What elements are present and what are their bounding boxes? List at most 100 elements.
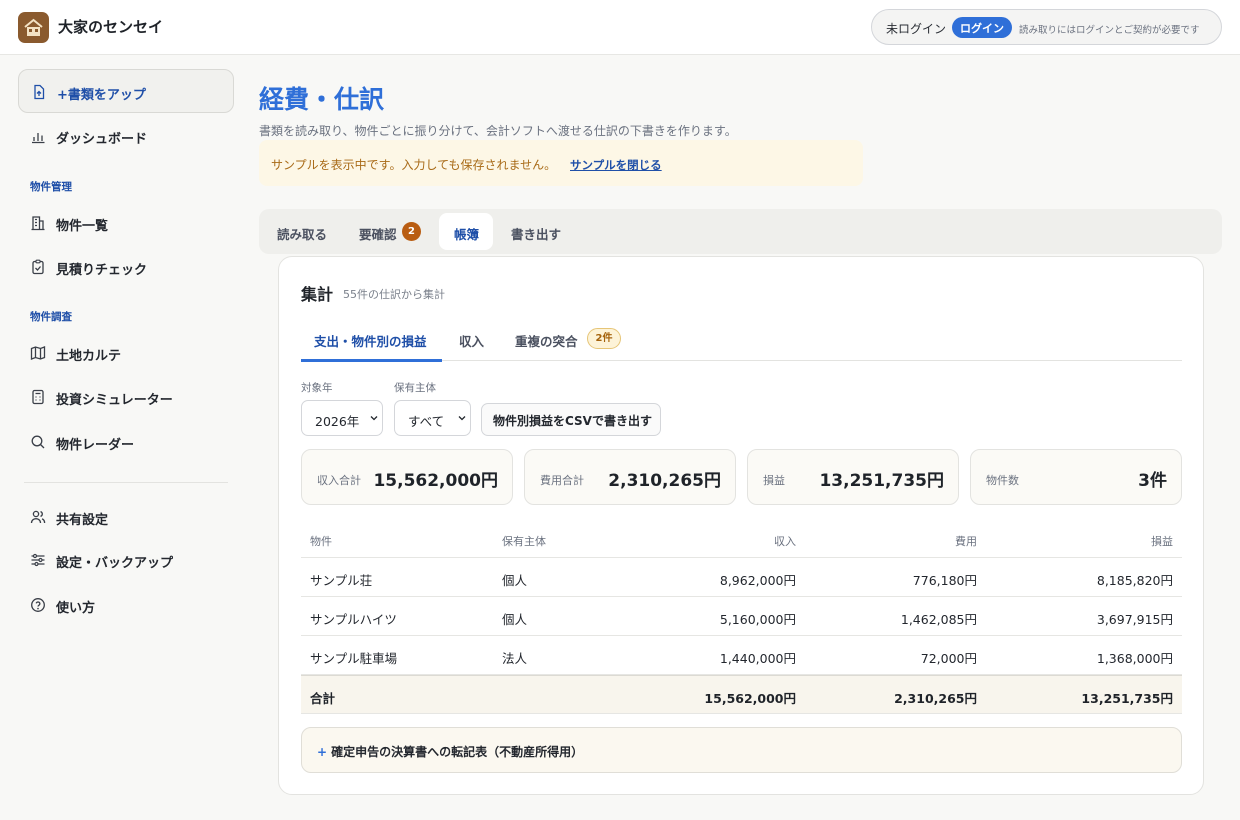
total-profit-loss: 13,251,735円 <box>1081 691 1173 706</box>
total-label: 合計 <box>310 691 336 706</box>
income-cell: 5,160,000円 <box>719 612 796 627</box>
export-csv-label: 物件別損益をCSVで書き出す <box>493 414 652 428</box>
sidebar-item-label: 使い方 <box>56 601 96 616</box>
total-expense: 2,310,265円 <box>894 691 977 706</box>
owner-select[interactable]: すべて <box>394 400 471 436</box>
search-icon <box>31 435 45 449</box>
table-total-row: 合計 15,562,000円 2,310,265円 13,251,735円 <box>301 675 1182 714</box>
sidebar-item-dashboard[interactable]: ダッシュボード <box>18 114 234 158</box>
stat-profit-loss: 損益 13,251,735円 <box>747 449 959 505</box>
subtab-duplicate[interactable]: 重複の突合 2件 <box>505 321 625 361</box>
close-sample-link[interactable]: サンプルを閉じる <box>570 157 662 173</box>
table-row: サンプル荘 個人 8,962,000円 776,180円 8,185,820円 <box>301 558 1182 597</box>
total-income: 15,562,000円 <box>704 691 796 706</box>
active-tab-indicator <box>301 359 442 362</box>
column-header: 保有主体 <box>502 535 546 548</box>
sidebar-section-research: 物件調査 <box>30 311 72 323</box>
sidebar-item-settings-backup[interactable]: 設定・バックアップ <box>18 538 234 582</box>
subtab-income[interactable]: 収入 <box>449 321 495 361</box>
sidebar-divider <box>24 482 228 483</box>
sidebar-item-land-karte[interactable]: 土地カルテ <box>18 331 234 375</box>
tab-ledger[interactable]: 帳簿 <box>439 213 493 250</box>
sidebar-item-property-list[interactable]: 物件一覧 <box>18 201 234 245</box>
sidebar-item-share-settings[interactable]: 共有設定 <box>18 495 234 539</box>
property-cell: サンプル駐車場 <box>310 651 398 666</box>
sidebar-item-label: 物件一覧 <box>56 219 109 234</box>
plus-icon: + <box>317 745 328 759</box>
page-description: 書類を読み取り、物件ごとに振り分けて、会計ソフトへ渡せる仕訳の下書きを作ります。 <box>259 124 737 138</box>
property-cell: サンプルハイツ <box>310 612 397 627</box>
export-csv-button[interactable]: 物件別損益をCSVで書き出す <box>481 403 661 436</box>
sidebar-item-estimate-check[interactable]: 見積りチェック <box>18 245 234 289</box>
sidebar-item-label: 共有設定 <box>56 513 109 528</box>
column-header: 収入 <box>774 535 796 548</box>
income-cell: 8,962,000円 <box>719 573 796 588</box>
review-count-badge: 2 <box>402 222 421 241</box>
tab-export[interactable]: 書き出す <box>497 213 577 250</box>
clipboard-check-icon <box>32 259 44 275</box>
stat-income-total: 収入合計 15,562,000円 <box>301 449 513 505</box>
duplicate-count-badge: 2件 <box>587 328 621 349</box>
expense-cell: 72,000円 <box>920 651 977 666</box>
sidebar-item-label: 見積りチェック <box>56 263 148 278</box>
brand-name: 大家のセンセイ <box>58 18 164 36</box>
summary-title: 集計 <box>301 285 334 304</box>
stat-value: 15,562,000円 <box>373 471 498 491</box>
profit-loss-cell: 8,185,820円 <box>1096 573 1173 588</box>
sidebar-item-upload[interactable]: +書類をアップ <box>18 69 234 113</box>
tab-review[interactable]: 要確認 2 <box>347 213 437 250</box>
year-label: 対象年 <box>301 382 333 394</box>
sliders-icon <box>31 553 45 567</box>
summary-card: 集計 55件の仕訳から集計 支出・物件別の損益 収入 重複の突合 2件 対象年 … <box>278 256 1204 795</box>
owner-cell: 法人 <box>502 651 528 666</box>
stat-label: 費用合計 <box>540 474 584 487</box>
sidebar-item-label: 物件レーダー <box>56 438 135 453</box>
house-icon <box>24 18 43 36</box>
sidebar-section-property: 物件管理 <box>30 181 72 193</box>
users-icon <box>30 510 46 524</box>
owner-select-value: すべて <box>408 414 445 429</box>
calculator-icon <box>32 389 44 405</box>
sample-notice-text: サンプルを表示中です。入力しても保存されません。 <box>271 158 557 172</box>
login-button[interactable]: ログイン <box>952 17 1012 38</box>
column-header: 費用 <box>955 535 977 548</box>
stat-value: 13,251,735円 <box>819 471 944 491</box>
table-header-row: 物件 保有主体 収入 費用 損益 <box>301 521 1182 558</box>
owner-cell: 個人 <box>502 612 528 627</box>
expense-cell: 1,462,085円 <box>900 612 977 627</box>
sidebar-item-label: 設定・バックアップ <box>56 556 174 571</box>
sidebar-item-investment-sim[interactable]: 投資シミュレーター <box>18 375 234 419</box>
tab-read[interactable]: 読み取る <box>263 213 343 250</box>
sidebar-item-label: 投資シミュレーター <box>56 393 173 408</box>
table-row: サンプルハイツ 個人 5,160,000円 1,462,085円 3,697,9… <box>301 597 1182 636</box>
year-select-value: 2026年 <box>315 414 360 429</box>
app-logo[interactable] <box>18 12 49 43</box>
sidebar-item-label: 土地カルテ <box>56 349 122 364</box>
tab-label: 要確認 <box>359 227 397 242</box>
sidebar-item-how-to-use[interactable]: 使い方 <box>18 583 234 627</box>
tax-transfer-expander[interactable]: + 確定申告の決算書への転記表（不動産所得用） <box>301 727 1182 773</box>
owner-cell: 個人 <box>502 573 528 588</box>
page-title: 経費・仕訳 <box>259 85 385 114</box>
income-cell: 1,440,000円 <box>719 651 796 666</box>
summary-subtitle: 55件の仕訳から集計 <box>343 288 445 301</box>
login-status-text: 未ログイン <box>886 22 947 36</box>
subtab-expense-pl[interactable]: 支出・物件別の損益 <box>301 321 442 362</box>
year-select[interactable]: 2026年 <box>301 400 383 436</box>
expander-label: + 確定申告の決算書への転記表（不動産所得用） <box>317 743 583 760</box>
profit-loss-cell: 3,697,915円 <box>1096 612 1173 627</box>
login-status-pill: 未ログイン ログイン 読み取りにはログインとご契約が必要です <box>871 9 1222 45</box>
stat-value: 2,310,265円 <box>608 471 721 491</box>
column-header: 損益 <box>1151 535 1173 548</box>
sidebar-item-property-radar[interactable]: 物件レーダー <box>18 420 234 464</box>
chevron-down-icon <box>370 416 378 421</box>
table-row: サンプル駐車場 法人 1,440,000円 72,000円 1,368,000円 <box>301 636 1182 675</box>
building-icon <box>31 216 45 231</box>
bar-chart-icon <box>32 133 45 144</box>
login-note: 読み取りにはログインとご契約が必要です <box>1019 25 1200 36</box>
map-icon <box>30 346 46 360</box>
sidebar-item-label: ダッシュボード <box>56 132 148 147</box>
file-upload-icon <box>34 84 45 100</box>
profit-loss-cell: 1,368,000円 <box>1096 651 1173 666</box>
stat-label: 損益 <box>763 474 785 487</box>
